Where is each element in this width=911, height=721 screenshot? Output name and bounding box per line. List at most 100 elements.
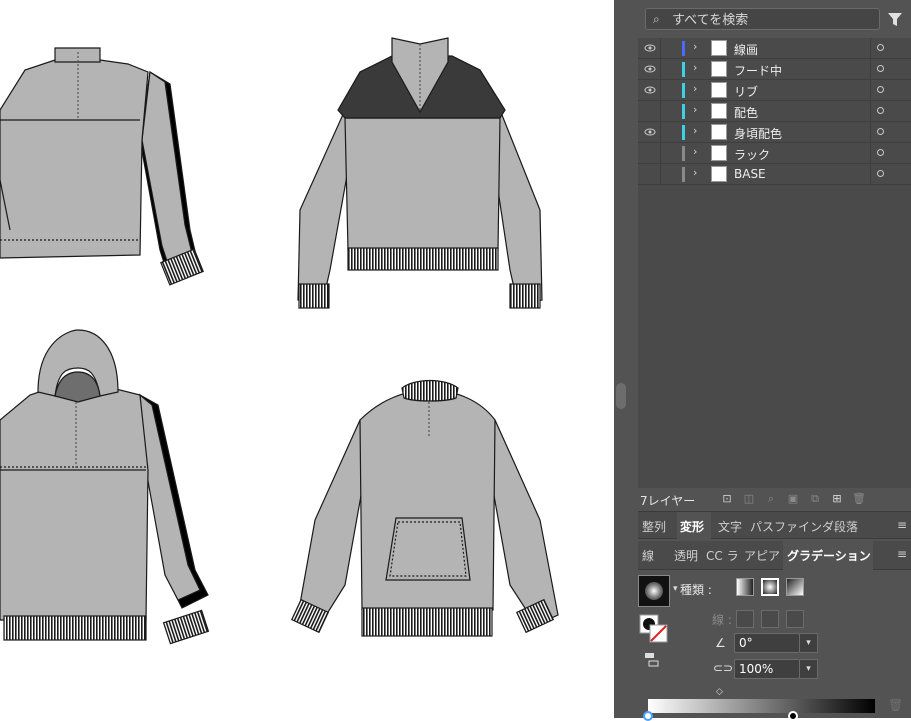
expand-chevron-icon[interactable]: › bbox=[693, 124, 697, 137]
eye-visibility-icon[interactable] bbox=[644, 42, 656, 54]
layer-row[interactable]: › 線画 bbox=[638, 38, 911, 59]
layer-color-swatch bbox=[682, 146, 685, 161]
panel-tabs-row1: 整列 変形 文字 パスファインダ 段落 ≡ bbox=[638, 511, 911, 540]
layer-search-input[interactable] bbox=[670, 10, 874, 30]
stroke-label: 線 : bbox=[712, 613, 732, 627]
trash-icon[interactable]: 🗑 bbox=[852, 492, 866, 506]
gradient-panel: ▾ 種類 : 線 : ∠ 0° ▾ ⊂⊃ 100% ▾ ◇ 🗑 bbox=[638, 570, 911, 721]
layer-target-circle[interactable] bbox=[877, 149, 884, 156]
tab-appearance[interactable]: アピア bbox=[744, 547, 780, 564]
gradient-slider-bar[interactable] bbox=[648, 699, 875, 713]
tab-paragraph[interactable]: 段落 bbox=[834, 518, 858, 535]
tab-pathfinder[interactable]: パスファインダ bbox=[750, 518, 834, 535]
panel-tabs-row2: 線 透明 CC ラ アピア グラデーション ≡ bbox=[638, 541, 911, 570]
layer-name[interactable]: 配色 bbox=[734, 104, 758, 121]
dock-drag-handle[interactable] bbox=[616, 383, 626, 409]
panel-dock-gutter bbox=[614, 0, 638, 718]
layer-name[interactable]: BASE bbox=[734, 167, 766, 181]
make-clipping-mask-icon[interactable]: ◫ bbox=[742, 492, 756, 506]
locate-object-icon[interactable]: ⌕ bbox=[764, 492, 778, 506]
eye-visibility-icon[interactable] bbox=[644, 84, 656, 96]
gradient-preview-swatch[interactable] bbox=[638, 575, 670, 607]
gradient-stop-white[interactable] bbox=[643, 711, 653, 721]
panel-menu-icon[interactable]: ≡ bbox=[897, 518, 907, 532]
gradient-preset-caret-icon[interactable]: ▾ bbox=[673, 584, 678, 594]
eye-visibility-icon[interactable] bbox=[644, 63, 656, 75]
layer-thumbnail bbox=[711, 166, 727, 182]
tab-stroke[interactable]: 線 bbox=[642, 547, 654, 564]
layer-color-swatch bbox=[682, 83, 685, 98]
linear-gradient-button[interactable] bbox=[736, 578, 754, 596]
layer-thumbnail bbox=[711, 103, 727, 119]
layer-row[interactable]: › 配色 bbox=[638, 101, 911, 122]
tab-transparency[interactable]: 透明 bbox=[674, 547, 698, 564]
layer-color-swatch bbox=[682, 104, 685, 119]
radial-gradient-button[interactable] bbox=[761, 578, 779, 596]
layer-row[interactable]: › フード中 bbox=[638, 59, 911, 80]
expand-chevron-icon[interactable]: › bbox=[693, 82, 697, 95]
layer-row[interactable]: › ラック bbox=[638, 143, 911, 164]
layer-row[interactable]: › リブ bbox=[638, 80, 911, 101]
expand-chevron-icon[interactable]: › bbox=[693, 103, 697, 116]
layers-panel: ⌕ › 線画 › フード中 › bbox=[638, 0, 911, 721]
layer-target-circle[interactable] bbox=[877, 107, 884, 114]
aspect-ratio-field[interactable]: 100% bbox=[734, 659, 800, 679]
create-sublayer-icon[interactable]: ▣ bbox=[786, 492, 800, 506]
layer-search-box[interactable]: ⌕ bbox=[645, 8, 880, 30]
tab-character[interactable]: 文字 bbox=[718, 518, 742, 535]
tab-cc-libraries[interactable]: CC ラ bbox=[706, 547, 739, 564]
freeform-gradient-button[interactable] bbox=[786, 578, 804, 596]
layer-color-swatch bbox=[682, 167, 685, 182]
halfzip-pullover-drawing[interactable] bbox=[0, 47, 204, 286]
expand-chevron-icon[interactable]: › bbox=[693, 40, 697, 53]
eye-visibility-icon[interactable] bbox=[644, 126, 656, 138]
layer-name[interactable]: 線画 bbox=[734, 41, 758, 58]
fill-stroke-icon[interactable] bbox=[639, 614, 669, 644]
layers-footer: 7レイヤー ⊡ ◫ ⌕ ▣ ⧉ ⊞ 🗑 bbox=[638, 489, 911, 509]
layer-list: › 線画 › フード中 › リブ › 配色 › 身頃配色 › ラック › BAS… bbox=[638, 38, 911, 488]
tab-transform[interactable]: 変形 bbox=[680, 518, 704, 535]
layer-row[interactable]: › 身頃配色 bbox=[638, 122, 911, 143]
artboard-canvas[interactable] bbox=[0, 0, 614, 718]
stroke-along-button[interactable] bbox=[761, 610, 779, 628]
garment-illustrations[interactable] bbox=[0, 0, 614, 718]
angle-field[interactable]: 0° bbox=[734, 633, 800, 653]
gradient-stop-black[interactable] bbox=[788, 711, 798, 721]
layer-row[interactable]: › BASE bbox=[638, 164, 911, 185]
layer-target-circle[interactable] bbox=[877, 44, 884, 51]
reverse-gradient-icon[interactable] bbox=[644, 652, 660, 668]
aspect-dropdown-caret-icon[interactable]: ▾ bbox=[800, 659, 818, 679]
layer-name[interactable]: リブ bbox=[734, 83, 758, 100]
layer-color-swatch bbox=[682, 62, 685, 77]
layer-name[interactable]: フード中 bbox=[734, 62, 782, 79]
magnifier-icon: ⌕ bbox=[653, 12, 660, 26]
layer-count: 7レイヤー bbox=[640, 494, 696, 508]
collect-export-icon[interactable]: ⊡ bbox=[720, 492, 734, 506]
delete-stop-icon[interactable]: 🗑 bbox=[888, 698, 903, 712]
panel-menu-icon[interactable]: ≡ bbox=[897, 547, 907, 561]
aspect-ratio-icon: ⊂⊃ bbox=[713, 661, 734, 675]
layer-name[interactable]: ラック bbox=[734, 146, 770, 163]
expand-chevron-icon[interactable]: › bbox=[693, 61, 697, 74]
stroke-within-button[interactable] bbox=[736, 610, 754, 628]
two-tone-pullover-drawing[interactable] bbox=[297, 37, 543, 309]
expand-chevron-icon[interactable]: › bbox=[693, 166, 697, 179]
tab-align[interactable]: 整列 bbox=[642, 518, 666, 535]
hooded-pullover-drawing[interactable] bbox=[0, 329, 210, 645]
stroke-across-button[interactable] bbox=[786, 610, 804, 628]
layer-target-circle[interactable] bbox=[877, 86, 884, 93]
layer-target-circle[interactable] bbox=[877, 170, 884, 177]
expand-chevron-icon[interactable]: › bbox=[693, 145, 697, 158]
filter-funnel-icon[interactable] bbox=[886, 10, 904, 28]
tab-gradient[interactable]: グラデーション bbox=[787, 547, 871, 564]
angle-dropdown-caret-icon[interactable]: ▾ bbox=[800, 633, 818, 653]
layer-target-circle[interactable] bbox=[877, 128, 884, 135]
gradient-midpoint-diamond[interactable]: ◇ bbox=[716, 687, 723, 697]
kangaroo-pocket-pullover-drawing[interactable] bbox=[290, 379, 559, 637]
new-layer-icon[interactable]: ⊞ bbox=[830, 492, 844, 506]
new-sublayer-icon[interactable]: ⧉ bbox=[808, 492, 822, 506]
layer-name[interactable]: 身頃配色 bbox=[734, 125, 782, 142]
layer-target-circle[interactable] bbox=[877, 65, 884, 72]
layer-thumbnail bbox=[711, 82, 727, 98]
layer-color-swatch bbox=[682, 125, 685, 140]
